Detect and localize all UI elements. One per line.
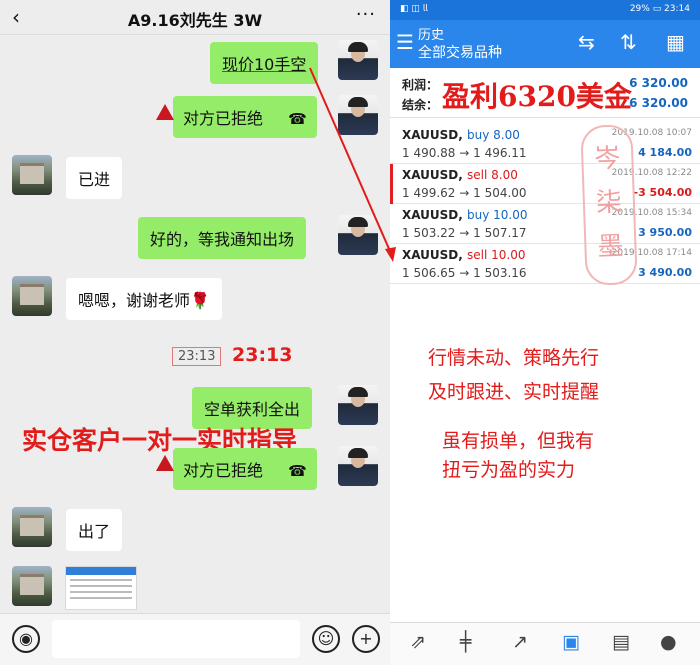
agent-avatar[interactable]	[338, 385, 378, 425]
trade-side: sell 10.00	[467, 248, 526, 262]
app-subtitle[interactable]: 全部交易品种	[418, 42, 502, 62]
message-text: 已进	[78, 170, 111, 189]
trade-symbol: XAUUSD,	[402, 168, 463, 182]
trade-pl: -3 504.00	[633, 186, 693, 199]
message-bubble[interactable]: 已进	[66, 157, 123, 199]
chat-header: ‹ A9.16刘先生 3W ···	[0, 0, 390, 35]
trade-symbol: XAUUSD,	[402, 248, 463, 262]
promo-line: 及时跟进、实时提醒	[428, 381, 600, 403]
chart-icon[interactable]: ╪	[460, 631, 471, 653]
customer-avatar[interactable]	[12, 566, 52, 606]
balance-value: 6 320.00	[629, 96, 688, 110]
voice-icon[interactable]: ◉	[12, 625, 40, 653]
trade-side: buy 10.00	[467, 208, 528, 222]
trade-row[interactable]: XAUUSD, buy 10.00 1 503.22 → 1 507.17 20…	[390, 204, 700, 244]
trade-symbol: XAUUSD,	[402, 208, 463, 222]
plus-icon[interactable]: +	[352, 625, 380, 653]
trade-pl: 3 950.00	[638, 226, 692, 239]
trade-pl: 4 184.00	[638, 146, 692, 159]
screenshot-thumbnail[interactable]	[65, 566, 137, 610]
agent-avatar[interactable]	[338, 95, 378, 135]
time-annotation: 23:13	[232, 344, 293, 366]
currency-icon[interactable]: ⇆	[578, 30, 595, 54]
sort-icon[interactable]: ⇅	[620, 30, 637, 54]
message-bubble[interactable]: 对方已拒绝 ☎	[173, 96, 317, 138]
trade-side: buy 8.00	[467, 128, 520, 142]
customer-avatar[interactable]	[12, 507, 52, 547]
customer-avatar[interactable]	[12, 155, 52, 195]
message-text: 现价10手空	[222, 55, 307, 74]
seal-stamp: 岑柒墨	[580, 124, 638, 286]
app-title: 历史	[418, 28, 445, 43]
warning-triangle-icon	[156, 104, 174, 120]
profit-value: 6 320.00	[629, 76, 688, 90]
agent-avatar[interactable]	[338, 40, 378, 80]
message-bubble[interactable]: 现价10手空	[210, 42, 319, 84]
promo-line: 扭亏为盈的实力	[442, 459, 576, 481]
trade-symbol: XAUUSD,	[402, 128, 463, 142]
refused-text: 对方已拒绝	[183, 461, 264, 480]
status-left: ◧ ◫ 𝗅𝗅	[400, 4, 428, 14]
trade-prices: 1 490.88 → 1 496.11	[402, 146, 527, 160]
loss-marker	[390, 164, 393, 204]
chat-title: A9.16刘先生 3W	[127, 11, 263, 30]
quotes-icon[interactable]: ⇗	[410, 631, 426, 653]
profit-annotation: 盈利6320美金	[442, 80, 632, 113]
agent-avatar[interactable]	[338, 215, 378, 255]
menu-icon[interactable]: ☰	[396, 30, 414, 54]
app-bar: ☰ 历史 全部交易品种 ⇆ ⇅ ▦	[390, 20, 700, 68]
trade-pl: 3 490.00	[638, 266, 692, 279]
emoji-icon[interactable]: ☺	[312, 625, 340, 653]
status-bar: ◧ ◫ 𝗅𝗅 29% ▭ 23:14	[390, 0, 700, 20]
message-text: 出了	[78, 522, 111, 541]
more-icon[interactable]: ···	[356, 4, 376, 25]
bottom-nav: ⇗ ╪ ↗ ▣ ▤ ●	[390, 622, 700, 665]
promo-line: 行情未动、策略先行	[428, 347, 600, 369]
promo-line: 虽有损单，但我有	[442, 430, 595, 452]
trade-prices: 1 499.62 → 1 504.00	[402, 186, 527, 200]
message-bubble[interactable]: 好的，等我通知出场	[138, 217, 307, 259]
phone-hangup-icon: ☎	[288, 110, 307, 128]
calendar-icon[interactable]: ▦	[666, 30, 685, 54]
message-bubble[interactable]: 嗯嗯，谢谢老师🌹	[66, 278, 222, 320]
message-text: 空单获利全出	[204, 400, 301, 419]
agent-avatar[interactable]	[338, 446, 378, 486]
profit-label: 利润：	[402, 78, 439, 92]
message-input[interactable]	[52, 620, 300, 658]
trade-icon[interactable]: ↗	[512, 631, 528, 653]
trade-prices: 1 503.22 → 1 507.17	[402, 226, 527, 240]
customer-avatar[interactable]	[12, 276, 52, 316]
balance-label: 结余：	[402, 98, 439, 112]
message-text: 好的，等我通知出场	[150, 230, 295, 249]
trade-side: sell 8.00	[467, 168, 518, 182]
chat-input-bar: ◉ ☺ +	[0, 613, 390, 665]
message-bubble[interactable]: 出了	[66, 509, 123, 551]
trade-history-panel: ◧ ◫ 𝗅𝗅 29% ▭ 23:14 ☰ 历史 全部交易品种 ⇆ ⇅ ▦ 利润：…	[390, 0, 700, 665]
refused-text: 对方已拒绝	[183, 109, 264, 128]
chat-panel: ‹ A9.16刘先生 3W ··· 现价10手空 对方已拒绝 ☎ 已进 好的，等…	[0, 0, 390, 665]
message-bubble[interactable]: 对方已拒绝 ☎	[173, 448, 317, 490]
trade-row[interactable]: XAUUSD, sell 10.00 1 506.65 → 1 503.16 2…	[390, 244, 700, 284]
phone-hangup-icon: ☎	[288, 462, 307, 480]
trade-row[interactable]: XAUUSD, sell 8.00 1 499.62 → 1 504.00 20…	[390, 164, 700, 204]
time-chip: 23:13	[172, 347, 222, 366]
trade-row[interactable]: XAUUSD, buy 8.00 1 490.88 → 1 496.11 201…	[390, 124, 700, 164]
trade-prices: 1 506.65 → 1 503.16	[402, 266, 527, 280]
news-icon[interactable]: ▤	[612, 631, 630, 653]
chat-icon[interactable]: ●	[660, 631, 677, 653]
status-right: 29% ▭ 23:14	[629, 4, 690, 14]
history-icon[interactable]: ▣	[562, 631, 580, 653]
warning-triangle-icon	[156, 455, 174, 471]
message-text: 嗯嗯，谢谢老师🌹	[78, 291, 210, 310]
